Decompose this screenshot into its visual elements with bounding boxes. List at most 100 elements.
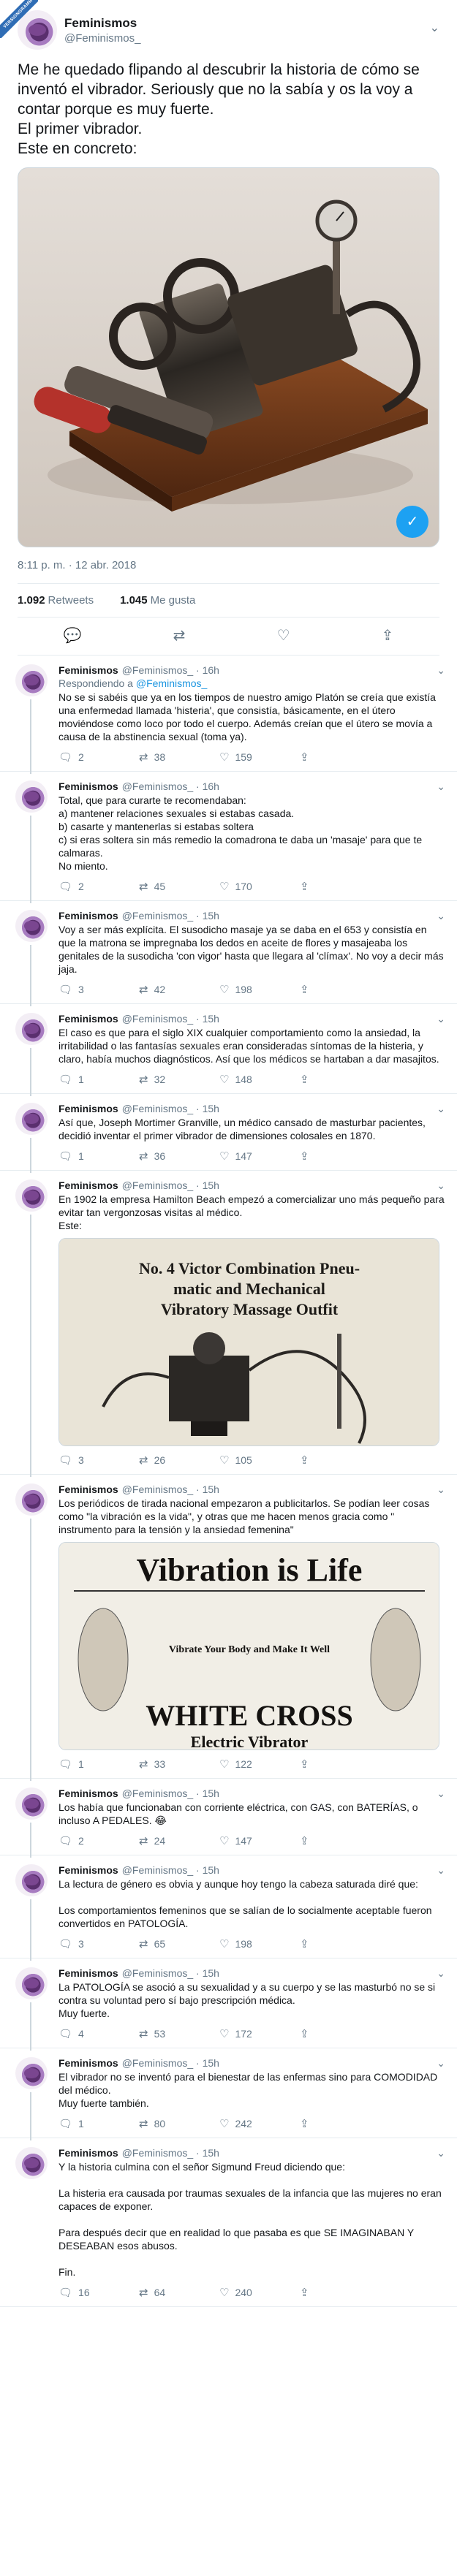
- author-handle[interactable]: @Feminismos_ · 15h: [122, 2057, 219, 2069]
- like-button[interactable]: ♡ 148: [219, 1073, 300, 1086]
- retweet-button[interactable]: ⇄ 80: [139, 2117, 219, 2130]
- like-button[interactable]: ♡ 198: [219, 983, 300, 996]
- reply-tweet[interactable]: Feminismos @Feminismos_ · 15h ⌄ La lectu…: [0, 1855, 457, 1961]
- author-name[interactable]: Feminismos: [58, 1013, 118, 1025]
- retweet-button[interactable]: ⇄ 32: [139, 1073, 219, 1086]
- chevron-down-icon[interactable]: ⌄: [430, 20, 439, 35]
- reply-button[interactable]: 🗨 3: [58, 1454, 139, 1467]
- author-handle[interactable]: @Feminismos_ · 16h: [122, 780, 219, 792]
- like-button[interactable]: ♡ 105: [219, 1454, 300, 1467]
- author-name[interactable]: Feminismos: [58, 1483, 118, 1495]
- author-handle[interactable]: @Feminismos_ · 15h: [122, 1787, 219, 1799]
- like-button[interactable]: ♡ 122: [219, 1758, 300, 1771]
- author-name[interactable]: Feminismos: [58, 664, 118, 676]
- reply-tweet[interactable]: Feminismos @Feminismos_ · 16h ⌄ Total, q…: [0, 772, 457, 903]
- reply-tweet[interactable]: Feminismos @Feminismos_ · 15h ⌄ Los peri…: [0, 1475, 457, 1781]
- retweets-stat[interactable]: 1.092 Retweets: [18, 594, 94, 607]
- reply-button[interactable]: 🗨 1: [58, 1150, 139, 1163]
- reply-button[interactable]: 🗨 1: [58, 2117, 139, 2130]
- avatar[interactable]: [15, 1787, 48, 1820]
- chevron-down-icon[interactable]: ⌄: [437, 1787, 445, 1800]
- author-handle[interactable]: @Feminismos_ · 15h: [122, 1864, 219, 1876]
- retweet-button[interactable]: ⇄ 33: [139, 1758, 219, 1771]
- author-name[interactable]: Feminismos: [58, 2057, 118, 2069]
- author-name[interactable]: Feminismos: [58, 1179, 118, 1191]
- chevron-down-icon[interactable]: ⌄: [437, 2147, 445, 2159]
- chevron-down-icon[interactable]: ⌄: [437, 1864, 445, 1877]
- retweet-button[interactable]: ⇄ 36: [139, 1150, 219, 1163]
- avatar[interactable]: [15, 910, 48, 942]
- avatar[interactable]: [15, 1483, 48, 1516]
- reply-tweet[interactable]: Feminismos @Feminismos_ · 15h ⌄ Los habí…: [0, 1779, 457, 1858]
- chevron-down-icon[interactable]: ⌄: [437, 910, 445, 922]
- share-button[interactable]: ⇪: [300, 1758, 380, 1771]
- retweet-button[interactable]: ⇄ 42: [139, 983, 219, 996]
- avatar[interactable]: [15, 2057, 48, 2089]
- chevron-down-icon[interactable]: ⌄: [437, 1967, 445, 1980]
- retweet-button[interactable]: ⇄ 26: [139, 1454, 219, 1467]
- retweet-button[interactable]: ⇄ 64: [139, 2286, 219, 2299]
- avatar[interactable]: [15, 1864, 48, 1896]
- like-button[interactable]: ♡ 240: [219, 2286, 300, 2299]
- reply-button[interactable]: 🗨 2: [58, 880, 139, 893]
- like-button[interactable]: ♡ 147: [219, 1834, 300, 1847]
- avatar[interactable]: [15, 1179, 48, 1212]
- avatar[interactable]: [15, 1103, 48, 1135]
- author-handle[interactable]: @Feminismos_ · 15h: [122, 1179, 219, 1191]
- tweet-media-vibration-ad[interactable]: Vibration is Life Vibrate Your Body and M…: [58, 1542, 439, 1750]
- mention-link[interactable]: @Feminismos_: [136, 677, 207, 689]
- share-button[interactable]: ⇪: [300, 2027, 380, 2040]
- like-button[interactable]: ♡ 198: [219, 1937, 300, 1950]
- author-handle[interactable]: @Feminismos_ · 15h: [122, 1967, 219, 1979]
- avatar[interactable]: [15, 664, 48, 696]
- reply-icon[interactable]: 💬: [64, 626, 82, 645]
- tweet-media-victor-ad[interactable]: No. 4 Victor Combination Pneu-matic and …: [58, 1238, 439, 1446]
- share-button[interactable]: ⇪: [300, 751, 380, 764]
- share-button[interactable]: ⇪: [300, 2286, 380, 2299]
- reply-tweet[interactable]: Feminismos @Feminismos_ · 15h ⌄ Y la his…: [0, 2138, 457, 2307]
- like-button[interactable]: ♡ 170: [219, 880, 300, 893]
- author-handle[interactable]: @Feminismos_ · 15h: [122, 1483, 219, 1495]
- reply-tweet[interactable]: Feminismos @Feminismos_ · 16h ⌄ Respondi…: [0, 656, 457, 774]
- reply-button[interactable]: 🗨 2: [58, 1834, 139, 1847]
- retweet-button[interactable]: ⇄ 53: [139, 2027, 219, 2040]
- author-handle[interactable]: @Feminismos_ · 15h: [122, 2147, 219, 2159]
- share-button[interactable]: ⇪: [300, 1454, 380, 1467]
- chevron-down-icon[interactable]: ⌄: [437, 664, 445, 677]
- avatar[interactable]: [15, 780, 48, 813]
- avatar[interactable]: [15, 2147, 48, 2179]
- share-button[interactable]: ⇪: [300, 1150, 380, 1163]
- share-button[interactable]: ⇪: [300, 1937, 380, 1950]
- avatar[interactable]: [15, 1967, 48, 1999]
- author-name[interactable]: Feminismos: [58, 910, 118, 922]
- retweet-button[interactable]: ⇄ 45: [139, 880, 219, 893]
- reply-button[interactable]: 🗨 3: [58, 1937, 139, 1950]
- author-handle[interactable]: @Feminismos_ · 15h: [122, 1013, 219, 1025]
- chevron-down-icon[interactable]: ⌄: [437, 2057, 445, 2070]
- reply-tweet[interactable]: Feminismos @Feminismos_ · 15h ⌄ Voy a se…: [0, 901, 457, 1006]
- author-name[interactable]: Feminismos: [58, 1787, 118, 1799]
- reply-button[interactable]: 🗨 1: [58, 1073, 139, 1086]
- reply-tweet[interactable]: Feminismos @Feminismos_ · 15h ⌄ La PATOL…: [0, 1958, 457, 2051]
- reply-button[interactable]: 🗨 4: [58, 2027, 139, 2040]
- heart-icon[interactable]: ♡: [277, 626, 290, 645]
- author-name[interactable]: Feminismos: [58, 1967, 118, 1979]
- like-button[interactable]: ♡ 172: [219, 2027, 300, 2040]
- reply-button[interactable]: 🗨 2: [58, 751, 139, 764]
- retweet-button[interactable]: ⇄ 38: [139, 751, 219, 764]
- chevron-down-icon[interactable]: ⌄: [437, 1179, 445, 1192]
- likes-stat[interactable]: 1.045 Me gusta: [120, 594, 195, 607]
- reply-tweet[interactable]: Feminismos @Feminismos_ · 15h ⌄ Así que,…: [0, 1094, 457, 1173]
- share-button[interactable]: ⇪: [300, 983, 380, 996]
- chevron-down-icon[interactable]: ⌄: [437, 1483, 445, 1496]
- reply-tweet[interactable]: Feminismos @Feminismos_ · 15h ⌄ El caso …: [0, 1004, 457, 1096]
- like-button[interactable]: ♡ 242: [219, 2117, 300, 2130]
- like-button[interactable]: ♡ 159: [219, 751, 300, 764]
- author-handle[interactable]: @Feminismos_ · 15h: [122, 1103, 219, 1114]
- reply-tweet[interactable]: Feminismos @Feminismos_ · 15h ⌄ El vibra…: [0, 2048, 457, 2140]
- author-name[interactable]: Feminismos: [58, 780, 118, 792]
- author-handle[interactable]: @Feminismos_: [64, 32, 140, 45]
- reply-tweet[interactable]: Feminismos @Feminismos_ · 15h ⌄ En 1902 …: [0, 1171, 457, 1477]
- reply-button[interactable]: 🗨 1: [58, 1758, 139, 1771]
- chevron-down-icon[interactable]: ⌄: [437, 780, 445, 793]
